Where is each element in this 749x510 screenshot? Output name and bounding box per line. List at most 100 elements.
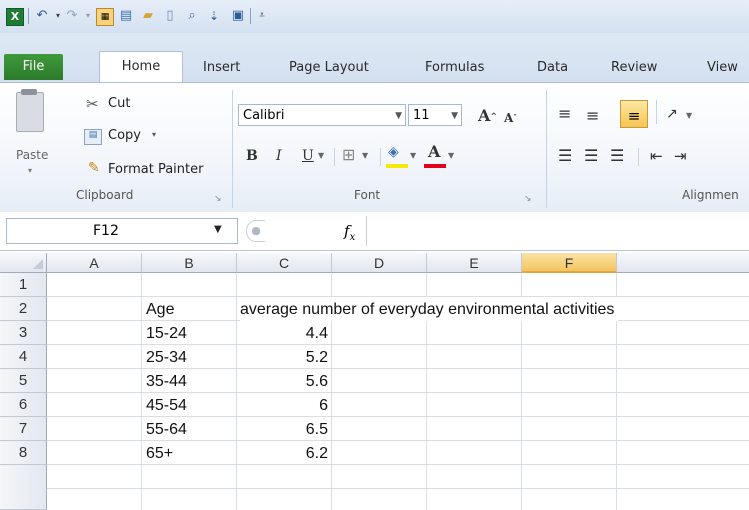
column-header-f[interactable]: F	[522, 253, 617, 273]
tab-data[interactable]: Data	[537, 56, 568, 80]
align-top-icon[interactable]: ≡	[558, 104, 571, 124]
cell-b4[interactable]: 25-34	[146, 345, 187, 369]
increase-indent-icon[interactable]: ⇥	[674, 146, 687, 166]
tab-insert[interactable]: Insert	[203, 56, 240, 80]
decrease-indent-icon[interactable]: ⇤	[650, 146, 663, 166]
row-header-filler	[0, 465, 47, 510]
tab-home[interactable]: Home	[99, 51, 183, 84]
form-icon[interactable]: ▤	[118, 8, 134, 24]
fill-color-icon[interactable]: ◈	[388, 142, 399, 162]
cell-b3[interactable]: 15-24	[146, 321, 187, 345]
copy-button[interactable]: Copy	[108, 128, 141, 143]
font-size-box[interactable]: 11 ▼	[408, 104, 462, 126]
cell-b5[interactable]: 35-44	[146, 369, 187, 393]
row-header-2[interactable]: 2	[0, 297, 47, 321]
align-center-icon[interactable]: ☰	[584, 146, 598, 166]
cell-b2[interactable]: Age	[146, 297, 174, 321]
grow-font-icon[interactable]: A^	[478, 106, 497, 126]
row-header-1[interactable]: 1	[0, 273, 47, 297]
name-box-dropdown-icon[interactable]: ▼	[214, 224, 222, 235]
toolbar-separator	[28, 8, 29, 24]
tab-formulas[interactable]: Formulas	[425, 56, 484, 80]
cell-c6[interactable]: 6	[237, 393, 328, 417]
format-painter-button[interactable]: Format Painter	[108, 162, 203, 177]
name-box[interactable]: F12	[6, 218, 238, 244]
new-chart-icon[interactable]: ▦	[96, 8, 114, 26]
font-name-box[interactable]: Calibri ▼	[238, 104, 406, 126]
cell-c4[interactable]: 5.2	[237, 345, 328, 369]
cut-button[interactable]: Cut	[108, 96, 130, 111]
print-preview-icon[interactable]: ⌕	[184, 8, 200, 24]
cell-c2[interactable]: average number of everyday environmental…	[240, 297, 619, 321]
fill-color-swatch	[386, 164, 408, 168]
font-launcher-icon[interactable]: ↘	[524, 194, 532, 204]
paste-dropdown-icon[interactable]: ▾	[28, 166, 32, 175]
customize-icon[interactable]: ⩡	[254, 8, 270, 24]
align-bottom-button[interactable]: ≡	[620, 100, 648, 128]
cell-c7[interactable]: 6.5	[237, 417, 328, 441]
align-middle-icon[interactable]: ≡	[586, 106, 599, 126]
column-header-e[interactable]: E	[427, 253, 522, 273]
borders-dropdown-icon[interactable]: ▼	[362, 146, 368, 166]
font-color-dropdown-icon[interactable]: ▼	[448, 146, 454, 166]
separator	[656, 100, 657, 124]
orientation-dropdown-icon[interactable]: ▼	[686, 106, 692, 126]
underline-dropdown-icon[interactable]: ▼	[318, 146, 324, 166]
column-header-b[interactable]: B	[142, 253, 237, 273]
column-header-c[interactable]: C	[237, 253, 332, 273]
group-separator	[232, 90, 233, 208]
clipboard-launcher-icon[interactable]: ↘	[214, 194, 222, 204]
excel-logo-icon[interactable]: X	[6, 8, 24, 26]
cell-c5[interactable]: 5.6	[237, 369, 328, 393]
sort-icon[interactable]: ⇣	[206, 8, 222, 24]
paste-button[interactable]	[12, 89, 46, 136]
chevron-down-icon[interactable]: ▼	[451, 105, 458, 127]
row-header-8[interactable]: 8	[0, 441, 47, 465]
save-icon[interactable]: ▣	[230, 8, 246, 24]
column-header-g[interactable]	[617, 253, 749, 273]
quick-access-toolbar: X ↶ ▾ ↷ ▾ ▦ ▤ ▰ ▯ ⌕ ⇣ ▣ ⩡	[0, 0, 749, 33]
fill-color-dropdown-icon[interactable]: ▼	[410, 146, 416, 166]
copy-dropdown-icon[interactable]: ▾	[152, 130, 156, 139]
worksheet-grid	[0, 250, 749, 510]
align-left-icon[interactable]: ☰	[558, 146, 572, 166]
formula-bar-splitter-icon[interactable]: ●	[246, 220, 265, 242]
redo-dropdown-icon[interactable]: ▾	[80, 8, 96, 24]
tab-review[interactable]: Review	[611, 56, 657, 80]
row-header-7[interactable]: 7	[0, 417, 47, 441]
redo-icon[interactable]: ↷	[64, 8, 80, 24]
orientation-icon[interactable]: ↗	[666, 104, 678, 124]
row-header-6[interactable]: 6	[0, 393, 47, 417]
cell-b7[interactable]: 55-64	[146, 417, 187, 441]
cell-b6[interactable]: 45-54	[146, 393, 187, 417]
insert-function-icon[interactable]: fx	[344, 222, 355, 243]
cell-c8[interactable]: 6.2	[237, 441, 328, 465]
row-header-5[interactable]: 5	[0, 369, 47, 393]
font-color-button[interactable]: A	[428, 142, 440, 162]
cell-c3[interactable]: 4.4	[237, 321, 328, 345]
open-icon[interactable]: ▰	[140, 8, 156, 24]
tab-file[interactable]: File	[4, 54, 63, 80]
chevron-down-icon[interactable]: ▼	[395, 105, 402, 127]
shrink-font-icon[interactable]: Aˇ	[504, 108, 517, 128]
tab-view[interactable]: View	[707, 56, 738, 80]
column-header-a[interactable]: A	[47, 253, 142, 273]
column-header-d[interactable]: D	[332, 253, 427, 273]
undo-icon[interactable]: ↶	[34, 8, 50, 24]
tab-page-layout[interactable]: Page Layout	[289, 56, 369, 80]
row-header-4[interactable]: 4	[0, 345, 47, 369]
select-all-button[interactable]	[0, 253, 47, 273]
underline-button[interactable]: U	[302, 146, 314, 166]
new-icon[interactable]: ▯	[162, 8, 178, 24]
row-header-3[interactable]: 3	[0, 321, 47, 345]
borders-icon[interactable]: ⊞	[342, 145, 355, 165]
clipboard-group-label: Clipboard	[76, 188, 134, 202]
paste-label[interactable]: Paste	[16, 148, 48, 162]
italic-button[interactable]: I	[276, 146, 282, 166]
cell-b8[interactable]: 65+	[146, 441, 173, 465]
formula-input[interactable]	[372, 218, 749, 244]
align-right-icon[interactable]: ☰	[610, 146, 624, 166]
bold-button[interactable]: B	[246, 146, 258, 166]
toolbar-separator	[250, 8, 251, 24]
group-separator	[546, 90, 547, 208]
